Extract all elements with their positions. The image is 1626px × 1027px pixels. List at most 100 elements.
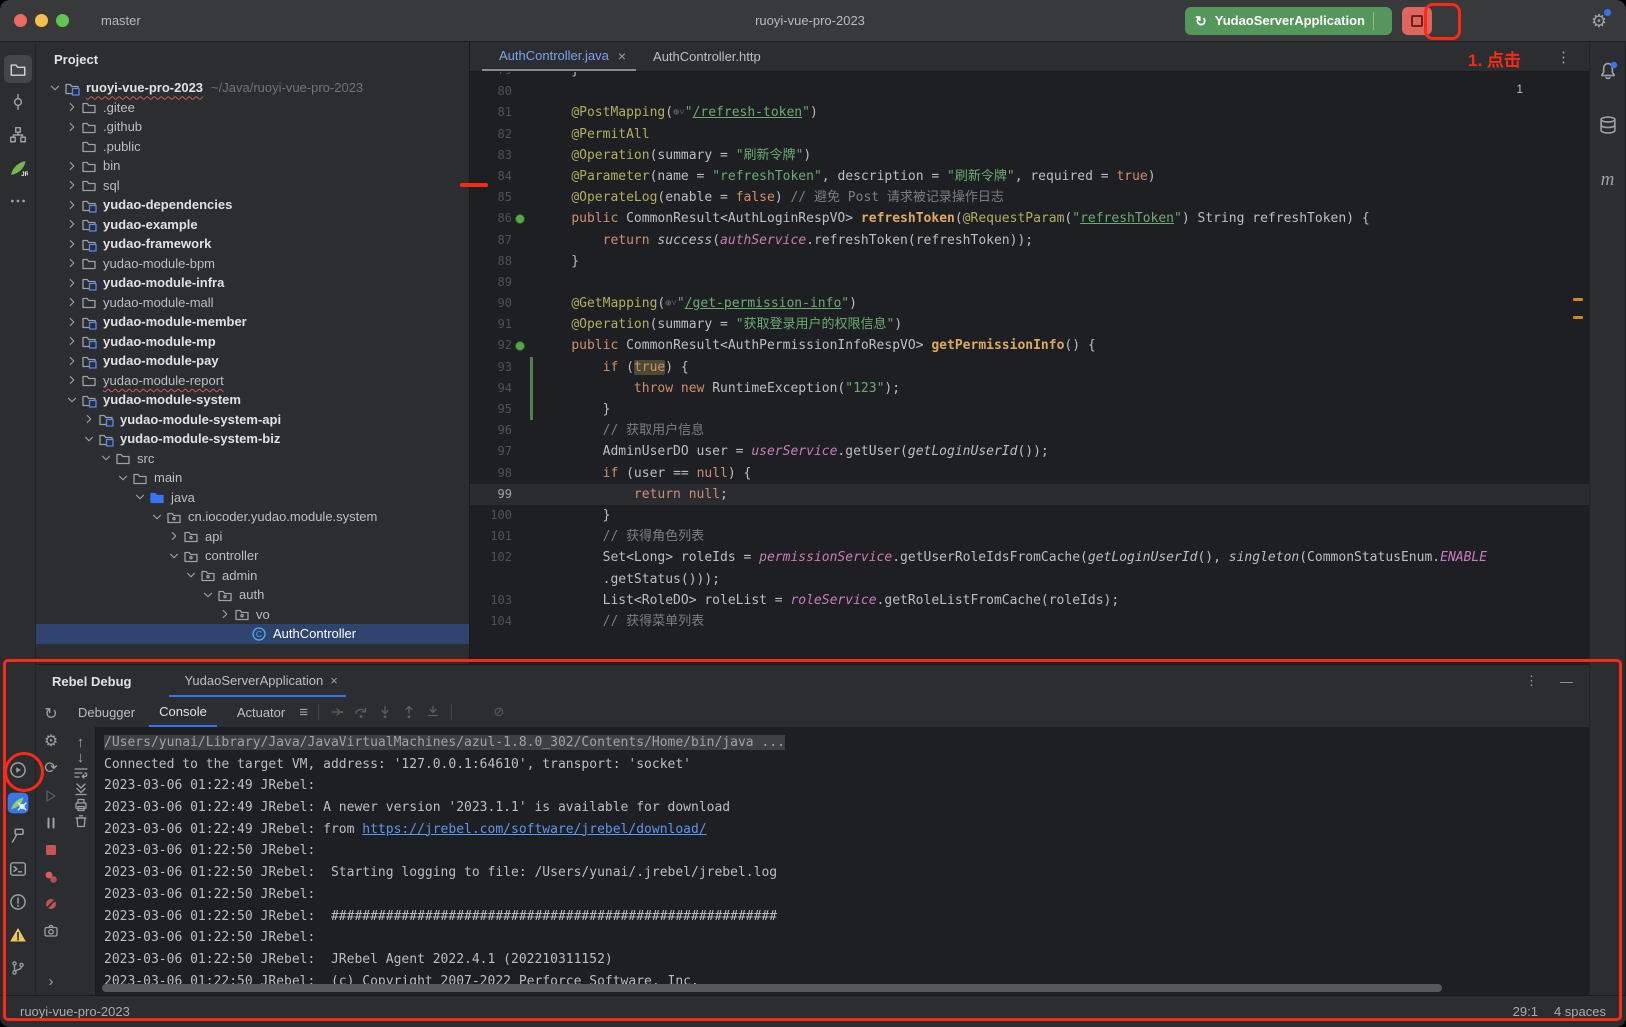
mute-breakpoints-button[interactable] [39,892,63,916]
code-line-100[interactable]: 100 } [470,505,1589,526]
chevron-right-icon[interactable] [63,354,80,368]
tree-item-controller[interactable]: controller [36,546,469,566]
jrebel-button[interactable]: JR [4,154,32,182]
line-number[interactable]: 83 [470,145,512,166]
line-number[interactable]: 96 [470,420,512,441]
tree-item-authcontroller[interactable]: CAuthController [36,624,469,644]
chevron-down-icon[interactable] [80,432,97,446]
run-configuration-widget[interactable]: ↻ YudaoServerApplication [1185,7,1392,35]
tree-item-yudao-module-infra[interactable]: yudao-module-infra [36,273,469,293]
url-inlay-icon[interactable]: ⊕˅ [665,293,677,314]
chevron-right-icon[interactable] [63,334,80,348]
code-line-102[interactable]: 102 Set<Long> roleIds = permissionServic… [470,547,1589,568]
tree-item-yudao-dependencies[interactable]: yudao-dependencies [36,195,469,215]
line-number[interactable]: 99 [470,484,512,505]
chevron-right-icon[interactable] [63,315,80,329]
code-line-80[interactable]: 80 [470,81,1589,102]
tree-item-yudao-module-system-api[interactable]: yudao-module-system-api [36,410,469,430]
chevron-down-icon[interactable] [182,568,199,582]
tab-authcontroller-http[interactable]: AuthController.http [636,42,771,71]
line-number[interactable]: 100 [470,505,512,526]
chevron-down-icon[interactable] [97,451,114,465]
view-tab-debugger[interactable]: Debugger [68,697,145,727]
tree-item--github[interactable]: .github [36,117,469,137]
code-line-89[interactable]: 89 [470,272,1589,293]
soft-wrap-button[interactable] [73,765,89,781]
line-number[interactable]: 84 [470,166,512,187]
code-line-84[interactable]: 84 @Parameter(name = "refreshToken", des… [470,166,1589,187]
line-number[interactable]: 95 [470,399,512,420]
tree-item-sql[interactable]: sql [36,176,469,196]
chevron-right-icon[interactable] [63,295,80,309]
line-number[interactable]: 80 [470,81,512,102]
tree-item-bin[interactable]: bin [36,156,469,176]
line-number[interactable]: 92 [470,335,512,356]
code-line-83[interactable]: 83 @Operation(summary = "刷新令牌") [470,145,1589,166]
code-line-85[interactable]: 85 @OperateLog(enable = false) // 避免 Pos… [470,187,1589,208]
code-line-104[interactable]: 104 // 获得菜单列表 [470,611,1589,632]
chevron-down-icon[interactable] [199,588,216,602]
url-inlay-icon[interactable]: ⊕˅ [673,102,685,123]
chevron-right-icon[interactable] [63,100,80,114]
minimize-window-button[interactable] [35,14,48,27]
more-options-icon[interactable]: ⋮ [1525,673,1538,689]
tree-item-api[interactable]: api [36,527,469,547]
more-horizontal-button[interactable] [4,187,32,215]
problems-button[interactable] [4,888,32,916]
print-button[interactable] [73,797,89,813]
code-line-88[interactable]: 88 } [470,251,1589,272]
code-line-86[interactable]: 86 public CommonResult<AuthLoginRespVO> … [470,208,1589,229]
stop-button[interactable] [1402,7,1432,35]
commit-button[interactable] [4,88,32,116]
code-line-98[interactable]: 98 if (user == null) { [470,463,1589,484]
close-icon[interactable]: × [618,48,626,64]
code-line-87[interactable]: 87 return success(authService.refreshTok… [470,230,1589,251]
tree-item-yudao-module-member[interactable]: yudao-module-member [36,312,469,332]
restart-button[interactable]: ⟳ [39,757,63,781]
console-link[interactable]: https://jrebel.com/software/jrebel/downl… [362,822,706,837]
code-line-96[interactable]: 96 // 获取用户信息 [470,420,1589,441]
chevron-right-icon[interactable] [63,198,80,212]
line-number[interactable]: 86 [470,208,512,229]
down-stack-button[interactable]: ↓ [77,750,85,765]
view-tab-actuator[interactable]: Actuator [221,697,295,727]
chevron-right-icon[interactable] [165,529,182,543]
chevron-down-icon[interactable] [63,393,80,407]
tree-item-yudao-module-bpm[interactable]: yudao-module-bpm [36,254,469,274]
terminal-button[interactable] [4,855,32,883]
tree-item-cn-iocoder-yudao-module-system[interactable]: cn.iocoder.yudao.module.system [36,507,469,527]
chevron-down-icon[interactable] [148,510,165,524]
code-line-81[interactable]: 81 @PostMapping(⊕˅"/refresh-token") [470,102,1589,123]
code-line-95[interactable]: 95 } [470,399,1589,420]
inspection-widget[interactable]: 1 [1509,82,1537,96]
notifications-bell-button[interactable] [1594,57,1622,85]
line-number[interactable]: 89 [470,272,512,293]
jrebel-disabled-button[interactable] [1514,8,1540,34]
stop-button[interactable] [39,838,63,862]
chevron-right-icon[interactable] [63,217,80,231]
settings-button[interactable]: ⚙ [1586,8,1612,34]
tree-item-yudao-module-report[interactable]: yudao-module-report [36,371,469,391]
chevron-down-icon[interactable] [165,549,182,563]
tree-item-yudao-module-system[interactable]: yudao-module-system [36,390,469,410]
pause-button[interactable] [39,811,63,835]
jrebel-debug-run-button[interactable] [1478,8,1504,34]
mute-renderers-icon[interactable]: ⊘ [488,704,510,720]
line-number[interactable]: 90 [470,293,512,314]
step-out-button[interactable] [401,704,417,720]
database-button[interactable] [1594,111,1622,139]
run-window-button[interactable] [4,756,32,784]
code-line-101[interactable]: 101 // 获得角色列表 [470,526,1589,547]
maximize-window-button[interactable] [56,14,69,27]
structure-button[interactable] [4,121,32,149]
chevron-right-icon[interactable] [80,412,97,426]
run-to-cursor-button[interactable] [425,704,441,720]
chevron-right-icon[interactable] [63,159,80,173]
chevron-right-icon[interactable] [63,178,80,192]
tree-item-yudao-module-system-biz[interactable]: yudao-module-system-biz [36,429,469,449]
layout-options-icon[interactable]: ≡ [299,705,308,720]
chevron-right-icon[interactable] [63,373,80,387]
line-number[interactable]: 93 [470,357,512,378]
line-number[interactable]: 94 [470,378,512,399]
line-number[interactable]: 104 [470,611,512,632]
